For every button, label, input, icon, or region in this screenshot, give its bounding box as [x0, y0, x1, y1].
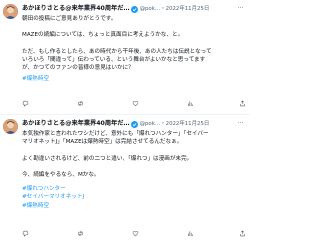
text-line	[22, 23, 246, 31]
tweet-text: 朝田の投稿にご意見ありがとうです。 MAZEの続編については、ちょっと真面目に考…	[22, 15, 246, 84]
avatar[interactable]	[3, 119, 18, 134]
retweet-icon	[78, 100, 83, 107]
handle-and-time[interactable]: @pok…・2022年11月25日	[140, 4, 210, 14]
text-line: 本気独作家と言われたワシだけど、意外にも「爆れつハンター」「セイバー	[22, 131, 209, 137]
views-icon	[188, 231, 193, 236]
share-icon	[240, 100, 245, 107]
author-name[interactable]: あかほりさとる@来年業界40周年だ…	[22, 119, 130, 129]
text-line: よく勘違いされるけど、前の二つと違い、「爆れつ」は漫画が未完。	[22, 155, 193, 162]
hashtag-link[interactable]: #爆れつハンター	[22, 185, 246, 193]
text-line: MAZEの続編については、ちょっと真面目に考えようかな、と。	[22, 32, 184, 39]
views-icon	[188, 101, 193, 106]
like-button[interactable]	[132, 229, 141, 238]
text-line	[22, 163, 246, 171]
tweet-actions	[22, 229, 246, 238]
tweet-2[interactable]: あかほりさとる@来年業界40周年だ… @pok…・2022年11月25日 ··· …	[0, 115, 250, 242]
hashtag-link[interactable]: #爆熱時空	[22, 75, 246, 83]
tweet-header: あかほりさとる@来年業界40周年だ… @pok…・2022年11月25日 ···	[22, 119, 248, 129]
avatar[interactable]	[3, 4, 18, 19]
text-line	[22, 40, 246, 48]
retweet-button[interactable]	[77, 99, 86, 108]
tweet-actions	[22, 99, 246, 108]
hashtag-link[interactable]: #セイバーマリオネットJ	[22, 193, 246, 201]
text-line: マリオネットJ」「MAZEは爆熱時空」は完結させてるんだなぁ。	[22, 139, 183, 146]
handle-and-time[interactable]: @pok…・2022年11月25日	[140, 119, 210, 129]
hashtag-link[interactable]: #爆熱時空	[22, 202, 246, 210]
tweet-text: 本気独作家と言われたワシだけど、意外にも「爆れつハンター」「セイバー マリオネッ…	[22, 130, 246, 210]
verified-badge-icon	[130, 120, 138, 128]
share-icon	[240, 230, 245, 237]
text-line	[22, 146, 246, 154]
verified-badge-icon	[130, 5, 138, 13]
text-line: いろいろ「間違って」伝わっている、という舞台がよいかなと思ってます	[22, 56, 206, 63]
reply-icon	[22, 100, 29, 107]
more-icon[interactable]: ···	[237, 119, 244, 129]
reply-button[interactable]	[22, 99, 31, 108]
retweet-button[interactable]	[77, 229, 86, 238]
reply-button[interactable]	[22, 229, 31, 238]
like-icon	[132, 231, 139, 237]
more-icon[interactable]: ···	[237, 4, 244, 14]
views-button[interactable]	[187, 229, 196, 238]
tweet-header: あかほりさとる@来年業界40周年だ… @pok…・2022年11月25日 ···	[22, 4, 248, 14]
share-button[interactable]	[239, 99, 246, 108]
like-icon	[132, 101, 139, 107]
tweet-1[interactable]: あかほりさとる@来年業界40周年だ… @pok…・2022年11月25日 ··· …	[0, 0, 250, 115]
author-name[interactable]: あかほりさとる@来年業界40周年だ…	[22, 4, 130, 14]
views-button[interactable]	[187, 99, 196, 108]
share-button[interactable]	[239, 229, 246, 238]
text-line: が、かつてのファンの皆様の意見はいかに？	[22, 65, 134, 72]
retweet-icon	[78, 230, 83, 237]
like-button[interactable]	[132, 99, 141, 108]
text-line: 朝田の投稿にご意見ありがとうです。	[22, 16, 117, 22]
text-line: 今、続編をやるなら、Mかな。	[22, 171, 100, 178]
reply-icon	[22, 230, 29, 237]
text-line: ただ、もし作るとしたら、あの時代から干年後、あの人たちは伝説となって	[22, 48, 212, 55]
